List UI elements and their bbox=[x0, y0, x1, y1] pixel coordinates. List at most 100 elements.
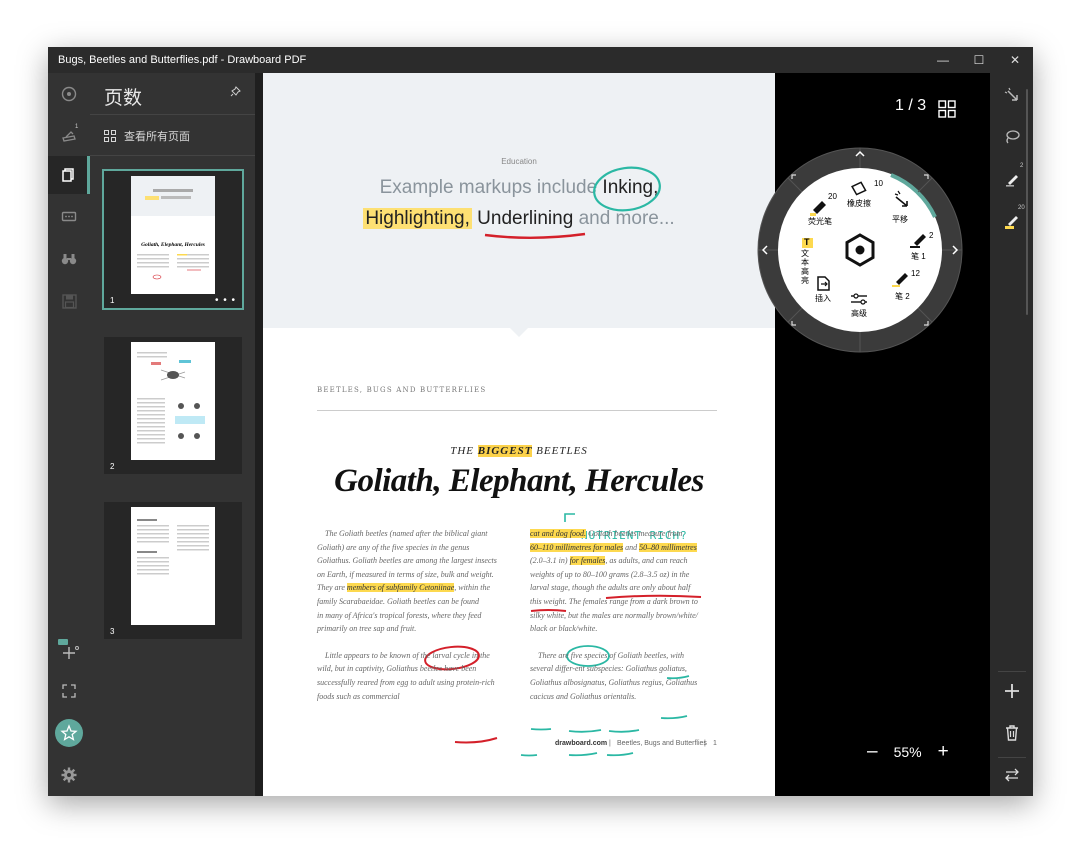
text-line: on Earth, if measured in terms of size, … bbox=[317, 569, 494, 579]
panel-divider bbox=[90, 155, 255, 156]
zoom-out-button[interactable]: – bbox=[867, 741, 878, 763]
section-rule bbox=[317, 410, 717, 411]
svg-text:Goliath, Elephant, Hercules: Goliath, Elephant, Hercules bbox=[141, 242, 205, 248]
add-button[interactable] bbox=[990, 673, 1033, 709]
app-window: Bugs, Beetles and Butterflies.pdf - Draw… bbox=[48, 47, 1033, 796]
view-all-pages-label: 查看所有页面 bbox=[124, 131, 190, 143]
toolbar-divider bbox=[998, 671, 1026, 672]
text-line: this weight. The females range from a da… bbox=[530, 596, 698, 606]
page-thumbnail-3[interactable]: 3 bbox=[104, 502, 242, 639]
star-icon bbox=[55, 719, 83, 747]
text-column-1: The Goliath beetles (named after the bib… bbox=[317, 527, 517, 703]
stamp-button[interactable]: 1 bbox=[48, 115, 90, 153]
pages-button[interactable] bbox=[48, 156, 90, 194]
ink-bracket bbox=[564, 513, 575, 522]
document-page[interactable]: Education Example markups include Inking… bbox=[263, 73, 775, 796]
pin-button[interactable] bbox=[230, 86, 241, 100]
ink-circle-inking bbox=[593, 166, 661, 212]
pen-button[interactable]: 2 bbox=[990, 161, 1033, 197]
annotations-button[interactable] bbox=[48, 75, 90, 113]
text-line: larval stage, though the adults are only… bbox=[530, 583, 691, 593]
lasso-icon bbox=[1005, 130, 1020, 144]
text-line: Goliath beetles measure from bbox=[586, 529, 683, 538]
delete-button[interactable] bbox=[990, 715, 1033, 751]
thumbnail-preview bbox=[131, 342, 215, 460]
lasso-button[interactable] bbox=[990, 119, 1033, 155]
text-line: The Goliath beetles (named after the bib… bbox=[325, 529, 488, 538]
search-button[interactable] bbox=[48, 240, 90, 278]
left-toolbar: 1 bbox=[48, 73, 90, 796]
fullscreen-button[interactable] bbox=[48, 672, 90, 710]
footer-separator: | bbox=[609, 740, 611, 747]
title-bar: Bugs, Beetles and Butterflies.pdf - Draw… bbox=[48, 47, 1033, 73]
text-highlight-glyph: T bbox=[804, 237, 810, 247]
page-thumbnail-2[interactable]: 2 bbox=[104, 337, 242, 474]
text-line: in many of Africa's tropical forests, wh… bbox=[317, 610, 482, 620]
thumbnail-number: 2 bbox=[110, 462, 115, 471]
kicker-text: BEETLES bbox=[532, 445, 588, 457]
panel-divider bbox=[90, 114, 255, 115]
pen-2-size: 12 bbox=[911, 269, 920, 278]
text-line: successfully reared from egg to adult us… bbox=[317, 677, 495, 687]
highlighted-text: cat and dog food. bbox=[530, 529, 586, 538]
thumbnail-preview: Goliath, Elephant, Hercules bbox=[131, 176, 215, 294]
text-highlight-label: 文本高亮 bbox=[801, 249, 809, 285]
highlighter-badge: 20 bbox=[1018, 205, 1025, 211]
calibrate-button[interactable] bbox=[48, 631, 90, 669]
plus-icon bbox=[1004, 684, 1019, 698]
page-indicator: 1 / 3 bbox=[895, 97, 927, 114]
pen-2-label: 笔 2 bbox=[895, 292, 910, 301]
binoculars-icon bbox=[61, 254, 77, 265]
text-line: family Scarabaeidae. Goliath beetles can… bbox=[317, 596, 479, 606]
footer-page-number: 1 bbox=[713, 740, 717, 747]
thumbnail-number: 3 bbox=[110, 627, 115, 636]
paragraph: cat and dog food. Goliath beetles measur… bbox=[530, 527, 730, 636]
expand-icon bbox=[62, 684, 76, 698]
highlighter-label: 荧光笔 bbox=[808, 217, 832, 226]
window-title: Bugs, Beetles and Butterflies.pdf - Draw… bbox=[58, 54, 307, 66]
text-line: There are five species of Goliath beetle… bbox=[538, 650, 685, 660]
swap-button[interactable] bbox=[990, 757, 1033, 793]
pen-1-size: 2 bbox=[929, 231, 934, 240]
highlighter-button[interactable]: 20 bbox=[990, 203, 1033, 239]
radial-menu-ring bbox=[757, 147, 963, 353]
settings-button[interactable] bbox=[48, 756, 90, 794]
save-button[interactable] bbox=[48, 282, 90, 320]
text-column-2: cat and dog food. Goliath beetles measur… bbox=[530, 527, 730, 703]
pen-icon bbox=[1005, 175, 1018, 187]
save-icon bbox=[61, 293, 77, 309]
paragraph: The Goliath beetles (named after the bib… bbox=[317, 527, 517, 636]
text-line: cacicus and Goliathus orientalis. bbox=[530, 691, 637, 701]
minimize-button[interactable]: — bbox=[925, 47, 961, 73]
pan-button[interactable] bbox=[990, 77, 1033, 113]
page-thumbnail-1[interactable]: Goliath, Elephant, Hercules 1 • • • bbox=[102, 169, 244, 310]
pages-panel-title: 页数 bbox=[104, 87, 143, 109]
text-line: primarily on tree sap and fruit. bbox=[317, 624, 417, 634]
zoom-in-button[interactable]: + bbox=[938, 741, 949, 763]
footer-title: Beetles, Bugs and Butterflies bbox=[617, 740, 707, 747]
highlighted-text: for females bbox=[569, 556, 606, 566]
stamp-badge: 1 bbox=[75, 124, 79, 130]
text-line: wild, but in captivity, Goliathus beetle… bbox=[317, 664, 477, 674]
footer-separator: | bbox=[704, 740, 706, 747]
text-line: black or black/white. bbox=[530, 624, 598, 634]
close-button[interactable]: ✕ bbox=[997, 47, 1033, 73]
paragraph: There are five species of Goliath beetle… bbox=[530, 649, 730, 703]
page-grid-button[interactable] bbox=[938, 100, 956, 123]
text-line: Little appears to be known of the larval… bbox=[325, 650, 490, 660]
maximize-button[interactable]: ☐ bbox=[961, 47, 997, 73]
comments-button[interactable] bbox=[48, 198, 90, 236]
text-line: and bbox=[623, 542, 640, 552]
article-title: Goliath, Elephant, Hercules bbox=[334, 463, 704, 499]
favorites-button[interactable] bbox=[48, 714, 90, 752]
text-line: silky white, but the males are normally … bbox=[530, 610, 698, 620]
view-all-pages-button[interactable]: 查看所有页面 bbox=[104, 128, 190, 144]
section-label: BEETLES, BUGS AND BUTTERFLIES bbox=[317, 386, 487, 394]
highlighted-text: members of subfamily Cetoniinae bbox=[346, 583, 455, 593]
text-line: They are bbox=[317, 583, 347, 593]
text-line: Goliathus. Goliath beetles are among the… bbox=[317, 556, 497, 566]
trash-icon bbox=[1005, 725, 1018, 741]
more-options-button[interactable]: • • • bbox=[215, 295, 236, 306]
text-line: , as adults, and can reach bbox=[605, 556, 688, 566]
highlighted-text: 50–80 millimetres bbox=[639, 542, 697, 552]
